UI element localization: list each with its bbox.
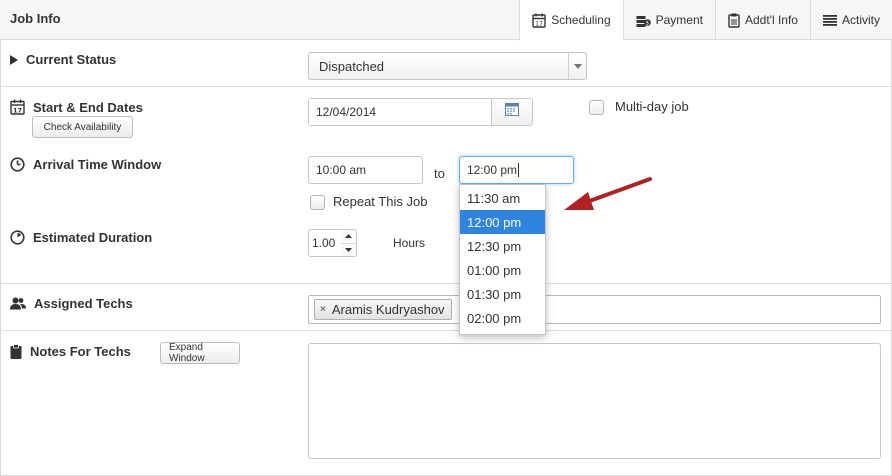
check-availability-button[interactable]: Check Availability (32, 116, 133, 138)
repeat-job-label: Repeat This Job (333, 194, 428, 209)
clock-icon (10, 157, 25, 172)
duration-input[interactable]: 1.00 (308, 229, 342, 257)
tab-addtl-info[interactable]: Addt'l Info (714, 0, 810, 40)
duration-label-row: Estimated Duration (10, 230, 152, 245)
tab-label: Scheduling (551, 13, 611, 27)
list-icon (822, 14, 837, 26)
text-cursor (518, 163, 520, 177)
tech-tag: × Aramis Kudryashov (314, 299, 452, 320)
time-option[interactable]: 01:30 pm (460, 282, 545, 306)
repeat-job-checkbox[interactable] (310, 195, 325, 210)
time-option[interactable]: 12:30 pm (460, 234, 545, 258)
svg-text:17: 17 (13, 107, 22, 115)
notes-textarea[interactable] (308, 343, 881, 459)
stepper-up-icon[interactable] (341, 230, 356, 244)
arrival-label-row: Arrival Time Window (10, 157, 161, 172)
caret-right-icon (10, 54, 18, 65)
tab-activity[interactable]: Activity (809, 0, 892, 40)
tab-label: Activity (841, 13, 880, 27)
time-option-selected[interactable]: 12:00 pm (460, 210, 545, 234)
status-label: Current Status (26, 52, 117, 67)
tab-label: Addt'l Info (744, 13, 798, 27)
tab-bar: 17 Scheduling $ Payment Addt'l Info Acti… (519, 0, 892, 41)
multiday-label: Multi-day job (615, 99, 689, 114)
stepper-down-icon[interactable] (341, 244, 356, 257)
tab-scheduling[interactable]: 17 Scheduling (519, 0, 623, 41)
tab-payment[interactable]: $ Payment (622, 0, 715, 40)
svg-text:17: 17 (535, 20, 543, 27)
multiday-checkbox[interactable] (589, 100, 604, 115)
dates-label: Start & End Dates (33, 99, 143, 115)
dates-label-row: 17 Start & End Dates (10, 99, 143, 115)
annotation-arrow (560, 172, 656, 219)
arrival-end-input[interactable]: 12:00 pm (459, 156, 574, 184)
chevron-down-icon (568, 53, 586, 79)
arrival-start-input[interactable]: 10:00 am (308, 156, 423, 184)
techs-label: Assigned Techs (34, 296, 133, 311)
start-date-input[interactable]: 12/04/2014 (308, 98, 492, 126)
duration-label: Estimated Duration (33, 230, 153, 245)
time-option[interactable]: 11:30 am (460, 186, 545, 210)
panel-header: Job Info 17 Scheduling $ Payment Addt'l … (0, 0, 892, 41)
panel-title: Job Info (10, 11, 61, 26)
status-value: Dispatched (319, 58, 385, 74)
techs-label-row: Assigned Techs (10, 296, 133, 311)
arrival-end-value: 12:00 pm (467, 163, 518, 177)
time-option[interactable]: 01:00 pm (460, 258, 545, 282)
to-label: to (434, 166, 445, 181)
money-icon: $ (636, 14, 651, 27)
time-dropdown: 11:30 am 12:00 pm 12:30 pm 01:00 pm 01:3… (459, 184, 546, 335)
time-option[interactable]: 02:00 pm (460, 306, 545, 330)
hours-unit-label: Hours (393, 236, 426, 250)
status-select[interactable]: Dispatched (308, 52, 587, 80)
tab-label: Payment (655, 13, 703, 27)
remove-tag-icon[interactable]: × (320, 304, 326, 315)
svg-text:$: $ (646, 20, 649, 26)
clipboard-icon (10, 344, 22, 359)
duration-stepper[interactable] (341, 229, 357, 257)
calendar-icon (505, 103, 519, 121)
date-picker-button[interactable] (491, 98, 533, 126)
stopwatch-icon (10, 230, 25, 245)
calendar-icon: 17 (532, 13, 546, 28)
assigned-techs-input[interactable]: × Aramis Kudryashov (308, 295, 881, 324)
notes-label-row: Notes For Techs (10, 344, 131, 359)
status-label-row[interactable]: Current Status (10, 52, 116, 67)
clipboard-icon (728, 13, 740, 28)
notes-label: Notes For Techs (30, 344, 131, 359)
calendar-icon: 17 (10, 99, 25, 115)
tech-tag-label: Aramis Kudryashov (331, 302, 445, 317)
expand-window-button[interactable]: Expand Window (160, 342, 240, 364)
arrival-label: Arrival Time Window (33, 157, 162, 172)
users-icon (10, 297, 26, 310)
